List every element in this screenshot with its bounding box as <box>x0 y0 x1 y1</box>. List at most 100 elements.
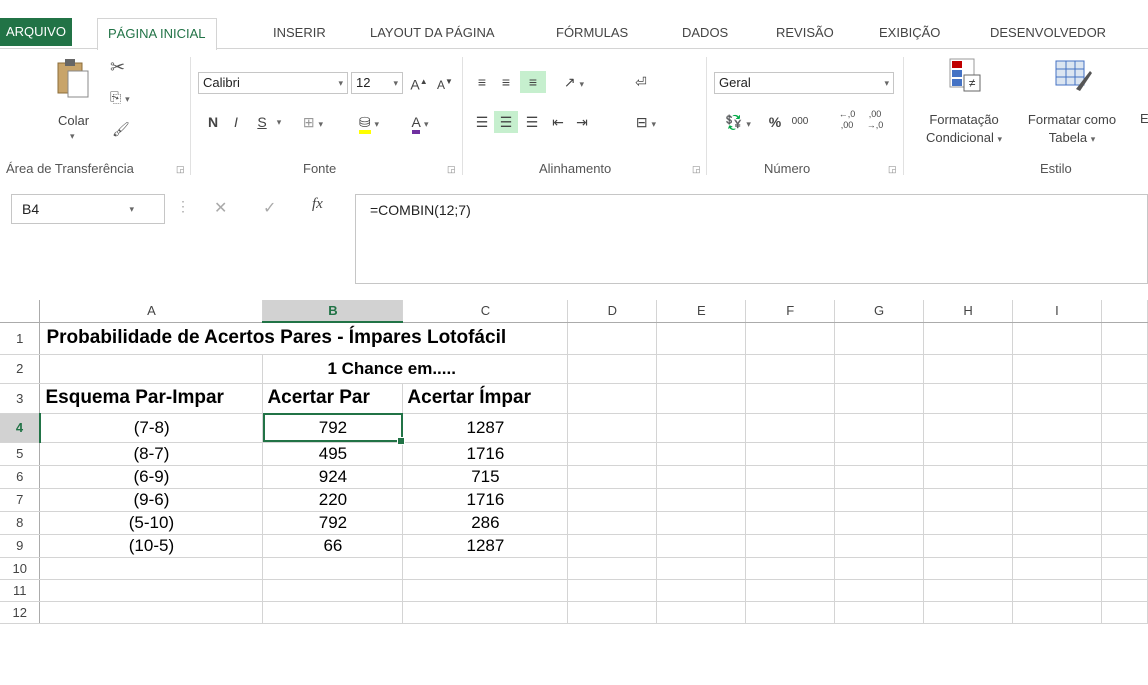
column-header-partial[interactable] <box>1101 300 1148 323</box>
cell[interactable] <box>1101 601 1148 624</box>
header-cell[interactable]: Acertar Par <box>262 383 404 414</box>
cell[interactable] <box>402 557 569 580</box>
paste-button[interactable]: Colar ▾ <box>50 57 100 141</box>
cell[interactable] <box>567 322 658 355</box>
cell[interactable] <box>567 413 658 443</box>
tab-exibicao[interactable]: EXIBIÇÃO <box>879 18 940 48</box>
row-header[interactable]: 9 <box>0 534 41 558</box>
cell[interactable] <box>834 511 925 535</box>
decrease-decimal-button[interactable]: ,00 →,0 <box>864 109 886 131</box>
cell[interactable] <box>923 557 1013 580</box>
align-middle-button[interactable]: ≡ <box>496 71 516 93</box>
tab-dados[interactable]: DADOS <box>682 18 728 48</box>
cell[interactable] <box>39 601 264 624</box>
cell[interactable] <box>745 601 836 624</box>
align-right-button[interactable]: ☰ <box>522 111 542 133</box>
enter-icon[interactable]: ✓ <box>263 198 276 218</box>
cell[interactable] <box>745 383 836 414</box>
cell[interactable] <box>1012 413 1102 443</box>
cell[interactable] <box>1101 465 1148 489</box>
column-header-selected[interactable]: B <box>262 300 404 323</box>
cell[interactable] <box>1101 579 1148 602</box>
percent-button[interactable]: % <box>766 111 784 133</box>
cell[interactable] <box>834 322 925 355</box>
header-cell[interactable]: Esquema Par-Impar <box>39 383 264 414</box>
cell[interactable] <box>656 579 747 602</box>
tab-revisao[interactable]: REVISÃO <box>776 18 834 48</box>
cancel-icon[interactable]: ✕ <box>214 198 227 218</box>
data-cell[interactable]: 1716 <box>402 442 569 466</box>
cell[interactable] <box>567 354 658 384</box>
tab-desenvolvedor[interactable]: DESENVOLVEDOR <box>990 18 1106 48</box>
row-header[interactable]: 8 <box>0 511 41 535</box>
row-header[interactable]: 1 <box>0 322 41 355</box>
cell[interactable] <box>1012 511 1102 535</box>
tab-arquivo[interactable]: ARQUIVO <box>0 18 72 46</box>
cell[interactable] <box>745 488 836 512</box>
header-cell[interactable]: Acertar Ímpar <box>402 383 569 414</box>
more-options-icon[interactable]: ⋮ <box>176 198 190 215</box>
column-header[interactable]: H <box>923 300 1013 323</box>
cell[interactable] <box>1101 534 1148 558</box>
cell[interactable] <box>923 442 1013 466</box>
column-header[interactable]: D <box>567 300 658 323</box>
cell[interactable] <box>923 383 1013 414</box>
data-cell[interactable]: 1287 <box>402 413 569 443</box>
cell[interactable] <box>1012 322 1102 355</box>
row-header[interactable]: 7 <box>0 488 41 512</box>
cell[interactable] <box>923 511 1013 535</box>
cell[interactable] <box>1101 511 1148 535</box>
copy-icon[interactable]: ⎘ ▾ <box>110 89 130 106</box>
cell[interactable] <box>656 488 747 512</box>
cell[interactable] <box>656 354 747 384</box>
cell[interactable] <box>1012 579 1102 602</box>
insert-function-button[interactable]: fx <box>312 196 323 213</box>
align-bottom-button[interactable]: ≡ <box>520 71 546 93</box>
column-header[interactable]: G <box>834 300 925 323</box>
align-left-button[interactable]: ☰ <box>472 111 492 133</box>
cell[interactable] <box>834 383 925 414</box>
cell[interactable] <box>1012 557 1102 580</box>
grow-font-button[interactable]: A▲ <box>410 71 428 93</box>
conditional-formatting-button[interactable]: ≠ Formatação Condicional ▾ <box>910 57 1010 157</box>
cell[interactable] <box>834 534 925 558</box>
data-cell[interactable]: (5-10) <box>39 511 264 535</box>
column-header[interactable]: C <box>402 300 569 323</box>
cell[interactable] <box>834 442 925 466</box>
cell[interactable] <box>656 383 747 414</box>
alignment-launcher-icon[interactable]: ◲ <box>692 164 701 175</box>
cell[interactable] <box>567 511 658 535</box>
cell[interactable] <box>923 354 1013 384</box>
data-cell[interactable]: (6-9) <box>39 465 264 489</box>
cell-styles-truncated[interactable]: E <box>1140 111 1148 126</box>
column-header[interactable]: E <box>656 300 747 323</box>
cell[interactable] <box>39 354 264 384</box>
cell[interactable] <box>1101 383 1148 414</box>
cell[interactable] <box>834 601 925 624</box>
cell[interactable] <box>1101 322 1148 355</box>
data-cell[interactable]: 220 <box>262 488 404 512</box>
column-header[interactable]: F <box>745 300 836 323</box>
cell[interactable] <box>923 601 1013 624</box>
shrink-font-button[interactable]: A▼ <box>436 71 454 93</box>
cell[interactable] <box>1012 488 1102 512</box>
number-format-select[interactable]: Geral ▾ <box>714 72 894 94</box>
cell[interactable] <box>262 557 404 580</box>
cell[interactable] <box>567 488 658 512</box>
row-header-selected[interactable]: 4 <box>0 413 41 443</box>
number-launcher-icon[interactable]: ◲ <box>888 164 897 175</box>
cell[interactable] <box>39 579 264 602</box>
tab-inserir[interactable]: INSERIR <box>273 18 326 48</box>
column-header[interactable]: A <box>39 300 264 323</box>
formula-input[interactable]: =COMBIN(12;7) <box>355 194 1148 284</box>
data-cell[interactable]: 495 <box>262 442 404 466</box>
column-header[interactable]: I <box>1012 300 1102 323</box>
chevron-down-icon[interactable]: ▾ <box>274 111 284 133</box>
cell[interactable] <box>1101 557 1148 580</box>
cell[interactable] <box>1101 413 1148 443</box>
cell[interactable] <box>656 557 747 580</box>
cell[interactable] <box>745 534 836 558</box>
clipboard-launcher-icon[interactable]: ◲ <box>176 164 185 175</box>
select-all-corner[interactable] <box>0 300 41 323</box>
cell[interactable] <box>656 601 747 624</box>
